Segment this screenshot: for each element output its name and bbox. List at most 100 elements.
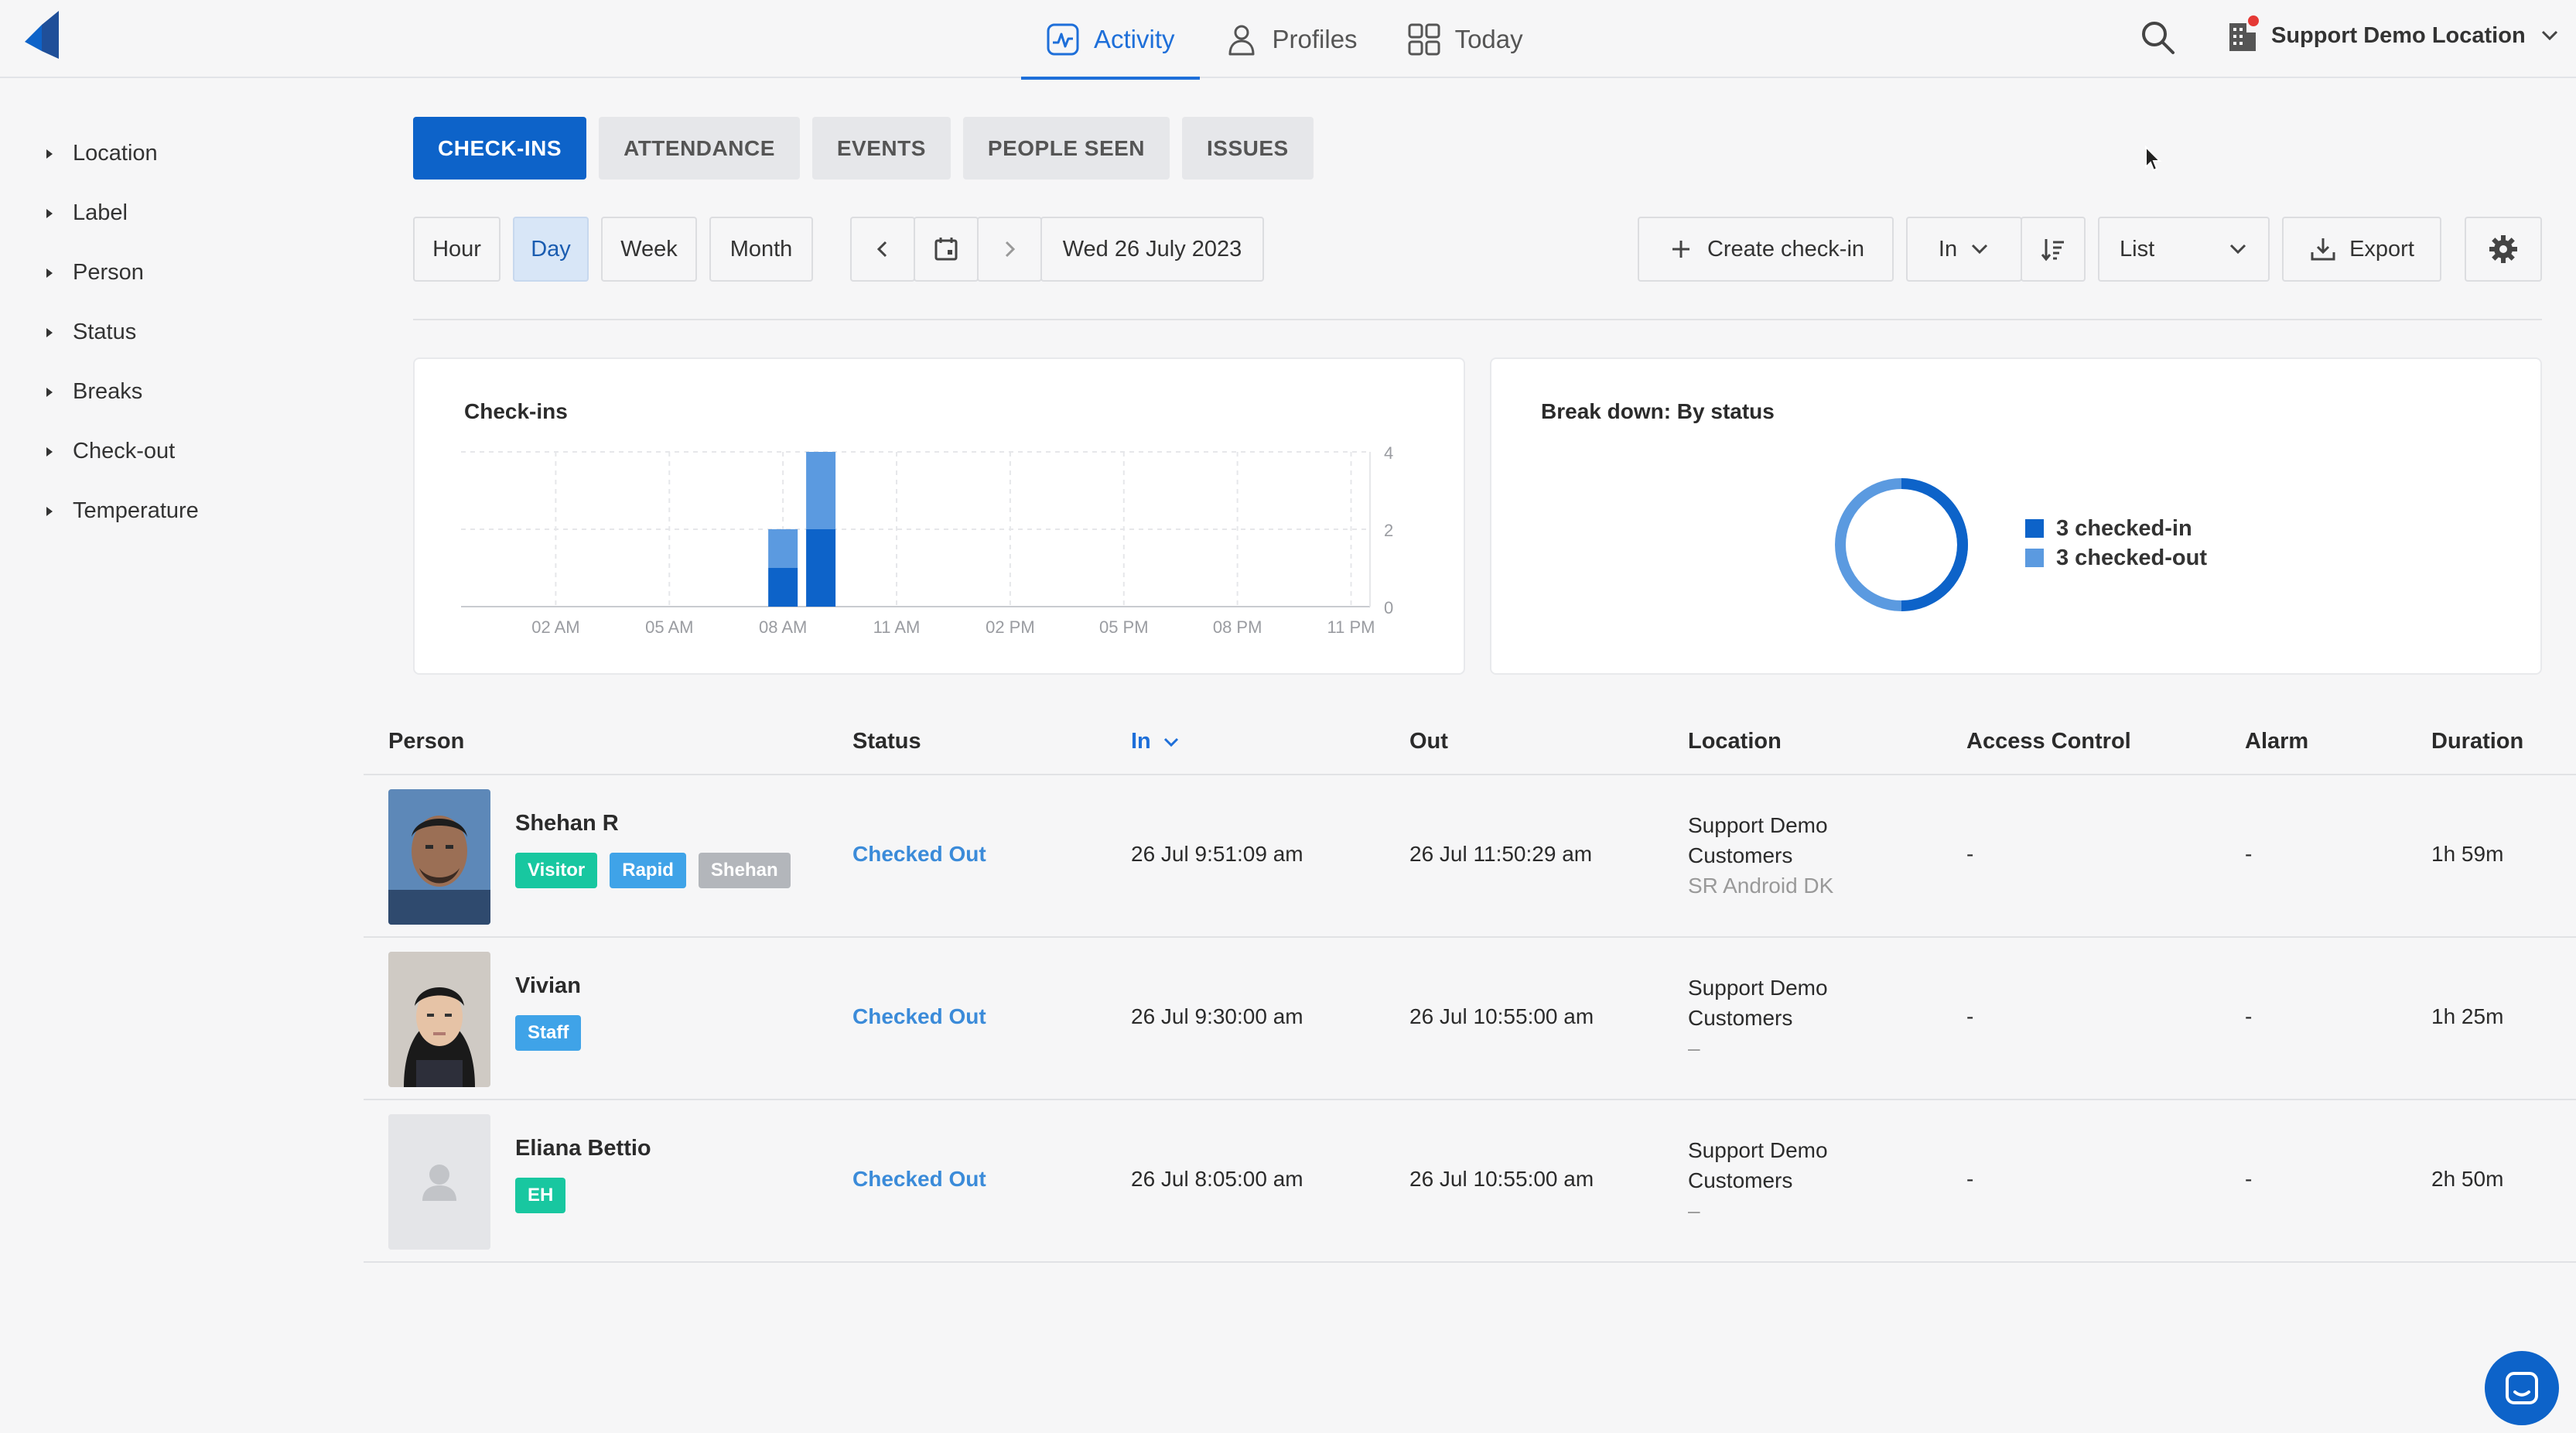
table-row[interactable]: Vivian Staff Checked Out 26 Jul 9:30:00 … (364, 938, 2576, 1100)
col-status[interactable]: Status (852, 729, 921, 754)
notification-dot (2248, 15, 2259, 26)
filter-label[interactable]: Label (46, 183, 199, 243)
filter-label: Check-out (73, 439, 176, 463)
location-line: Support Demo (1688, 813, 1828, 837)
col-out[interactable]: Out (1409, 729, 1448, 754)
filter-temperature[interactable]: Temperature (46, 481, 199, 541)
duration-value: 1h 59m (2431, 842, 2504, 866)
x-tick-label: 05 PM (1099, 617, 1149, 637)
view-select[interactable]: List (2098, 217, 2270, 282)
breakdown-title: Break down: By status (1541, 399, 1775, 423)
caret-right-icon (46, 149, 53, 159)
status-value[interactable]: Checked Out (852, 842, 986, 867)
col-alarm[interactable]: Alarm (2245, 729, 2308, 754)
nav-activity[interactable]: Activity (1021, 0, 1200, 80)
col-in[interactable]: In (1131, 729, 1180, 754)
search-icon[interactable] (2139, 19, 2176, 56)
caret-right-icon (46, 327, 53, 337)
check-ins-card: Check-ins 0 2 4 02 AM 05 AM 08 AM 11 AM 02 PM 05… (413, 357, 1465, 675)
person-name[interactable]: Eliana Bettio (515, 1136, 651, 1161)
location-cell: Support Demo Customers SR Android DK (1688, 810, 1833, 901)
settings-button[interactable] (2465, 217, 2542, 282)
chat-support-button[interactable] (2485, 1351, 2559, 1425)
breakdown-legend: 3 checked-in 3 checked-out (2025, 514, 2207, 573)
export-button[interactable]: Export (2282, 217, 2441, 282)
filter-status[interactable]: Status (46, 303, 199, 362)
table-header: Person Status In Out Location Access Con… (364, 712, 2576, 775)
x-tick-label: 02 AM (531, 617, 579, 637)
in-time: 26 Jul 9:30:00 am (1131, 1004, 1303, 1028)
duration-value: 1h 25m (2431, 1004, 2504, 1028)
person-icon (1228, 25, 1255, 55)
x-tick-label: 02 PM (986, 617, 1035, 637)
person-name[interactable]: Vivian (515, 973, 581, 999)
status-value[interactable]: Checked Out (852, 1167, 986, 1192)
app-logo[interactable] (25, 11, 59, 59)
legend-checked-out: 3 checked-out (2025, 543, 2207, 573)
period-hour-button[interactable]: Hour (413, 217, 501, 282)
tab-issues[interactable]: ISSUES (1182, 117, 1314, 180)
location-selector[interactable]: Support Demo Location (2226, 15, 2560, 56)
col-person[interactable]: Person (388, 729, 464, 754)
calendar-button[interactable] (914, 217, 979, 282)
chevron-down-icon (1972, 244, 1988, 255)
chevron-right-icon (1005, 241, 1016, 258)
caret-right-icon (46, 506, 53, 516)
check-ins-title: Check-ins (464, 399, 568, 423)
person-placeholder-icon (388, 1114, 490, 1250)
date-display[interactable]: Wed 26 July 2023 (1040, 217, 1264, 282)
col-duration[interactable]: Duration (2431, 729, 2523, 754)
create-check-in-label: Create check-in (1707, 236, 1865, 262)
avatar (388, 952, 490, 1087)
chevron-left-icon (876, 241, 887, 258)
out-time: 26 Jul 10:55:00 am (1409, 1167, 1594, 1191)
prev-date-button[interactable] (850, 217, 915, 282)
col-location[interactable]: Location (1688, 729, 1782, 754)
tab-people-seen[interactable]: PEOPLE SEEN (962, 117, 1170, 180)
filter-person[interactable]: Person (46, 243, 199, 303)
activity-icon (1047, 23, 1079, 55)
period-week-button[interactable]: Week (601, 217, 697, 282)
col-access-control[interactable]: Access Control (1966, 729, 2131, 754)
legend-label: 3 checked-in (2056, 515, 2192, 541)
period-day-button[interactable]: Day (513, 217, 589, 282)
table-row[interactable]: Shehan R Visitor Rapid Shehan Checked Ou… (364, 775, 2576, 938)
location-cell: Support Demo Customers – (1688, 1135, 1828, 1226)
direction-select[interactable]: In (1906, 217, 2022, 282)
tab-attendance[interactable]: ATTENDANCE (599, 117, 800, 180)
nav-today[interactable]: Today (1382, 0, 1548, 78)
bar-checked-in (806, 529, 836, 607)
tab-check-ins[interactable]: CHECK-INS (413, 117, 587, 180)
location-device: – (1688, 1199, 1700, 1223)
col-in-label: In (1131, 729, 1151, 754)
status-value[interactable]: Checked Out (852, 1004, 986, 1029)
access-control-value: - (1966, 1004, 1974, 1028)
location-line: Customers (1688, 1006, 1793, 1030)
sort-icon (2041, 239, 2064, 262)
location-line: Support Demo (1688, 976, 1828, 1000)
chevron-down-icon (2229, 244, 2246, 255)
tab-events[interactable]: EVENTS (811, 117, 951, 180)
alarm-value: - (2245, 1004, 2253, 1028)
out-time: 26 Jul 11:50:29 am (1409, 842, 1593, 866)
next-date-button[interactable] (977, 217, 1042, 282)
person-name[interactable]: Shehan R (515, 811, 619, 836)
filter-location[interactable]: Location (46, 124, 199, 183)
period-month-button[interactable]: Month (709, 217, 813, 282)
x-tick-label: 11 PM (1327, 617, 1375, 637)
location-line: Customers (1688, 1168, 1793, 1192)
chevron-down-icon (2541, 30, 2557, 41)
create-check-in-button[interactable]: Create check-in (1638, 217, 1894, 282)
x-tick-label: 08 PM (1213, 617, 1262, 637)
filter-breaks[interactable]: Breaks (46, 362, 199, 422)
nav-profiles-label: Profiles (1272, 24, 1358, 53)
table-row[interactable]: Eliana Bettio EH Checked Out 26 Jul 8:05… (364, 1100, 2576, 1263)
filter-label: Label (73, 200, 128, 225)
sort-button[interactable] (2021, 217, 2086, 282)
in-time: 26 Jul 9:51:09 am (1131, 842, 1303, 866)
nav-profiles[interactable]: Profiles (1200, 0, 1382, 78)
filter-check-out[interactable]: Check-out (46, 422, 199, 481)
person-badges: Staff (515, 1015, 582, 1051)
avatar-placeholder (388, 1114, 490, 1250)
location-line: Support Demo (1688, 1138, 1828, 1162)
